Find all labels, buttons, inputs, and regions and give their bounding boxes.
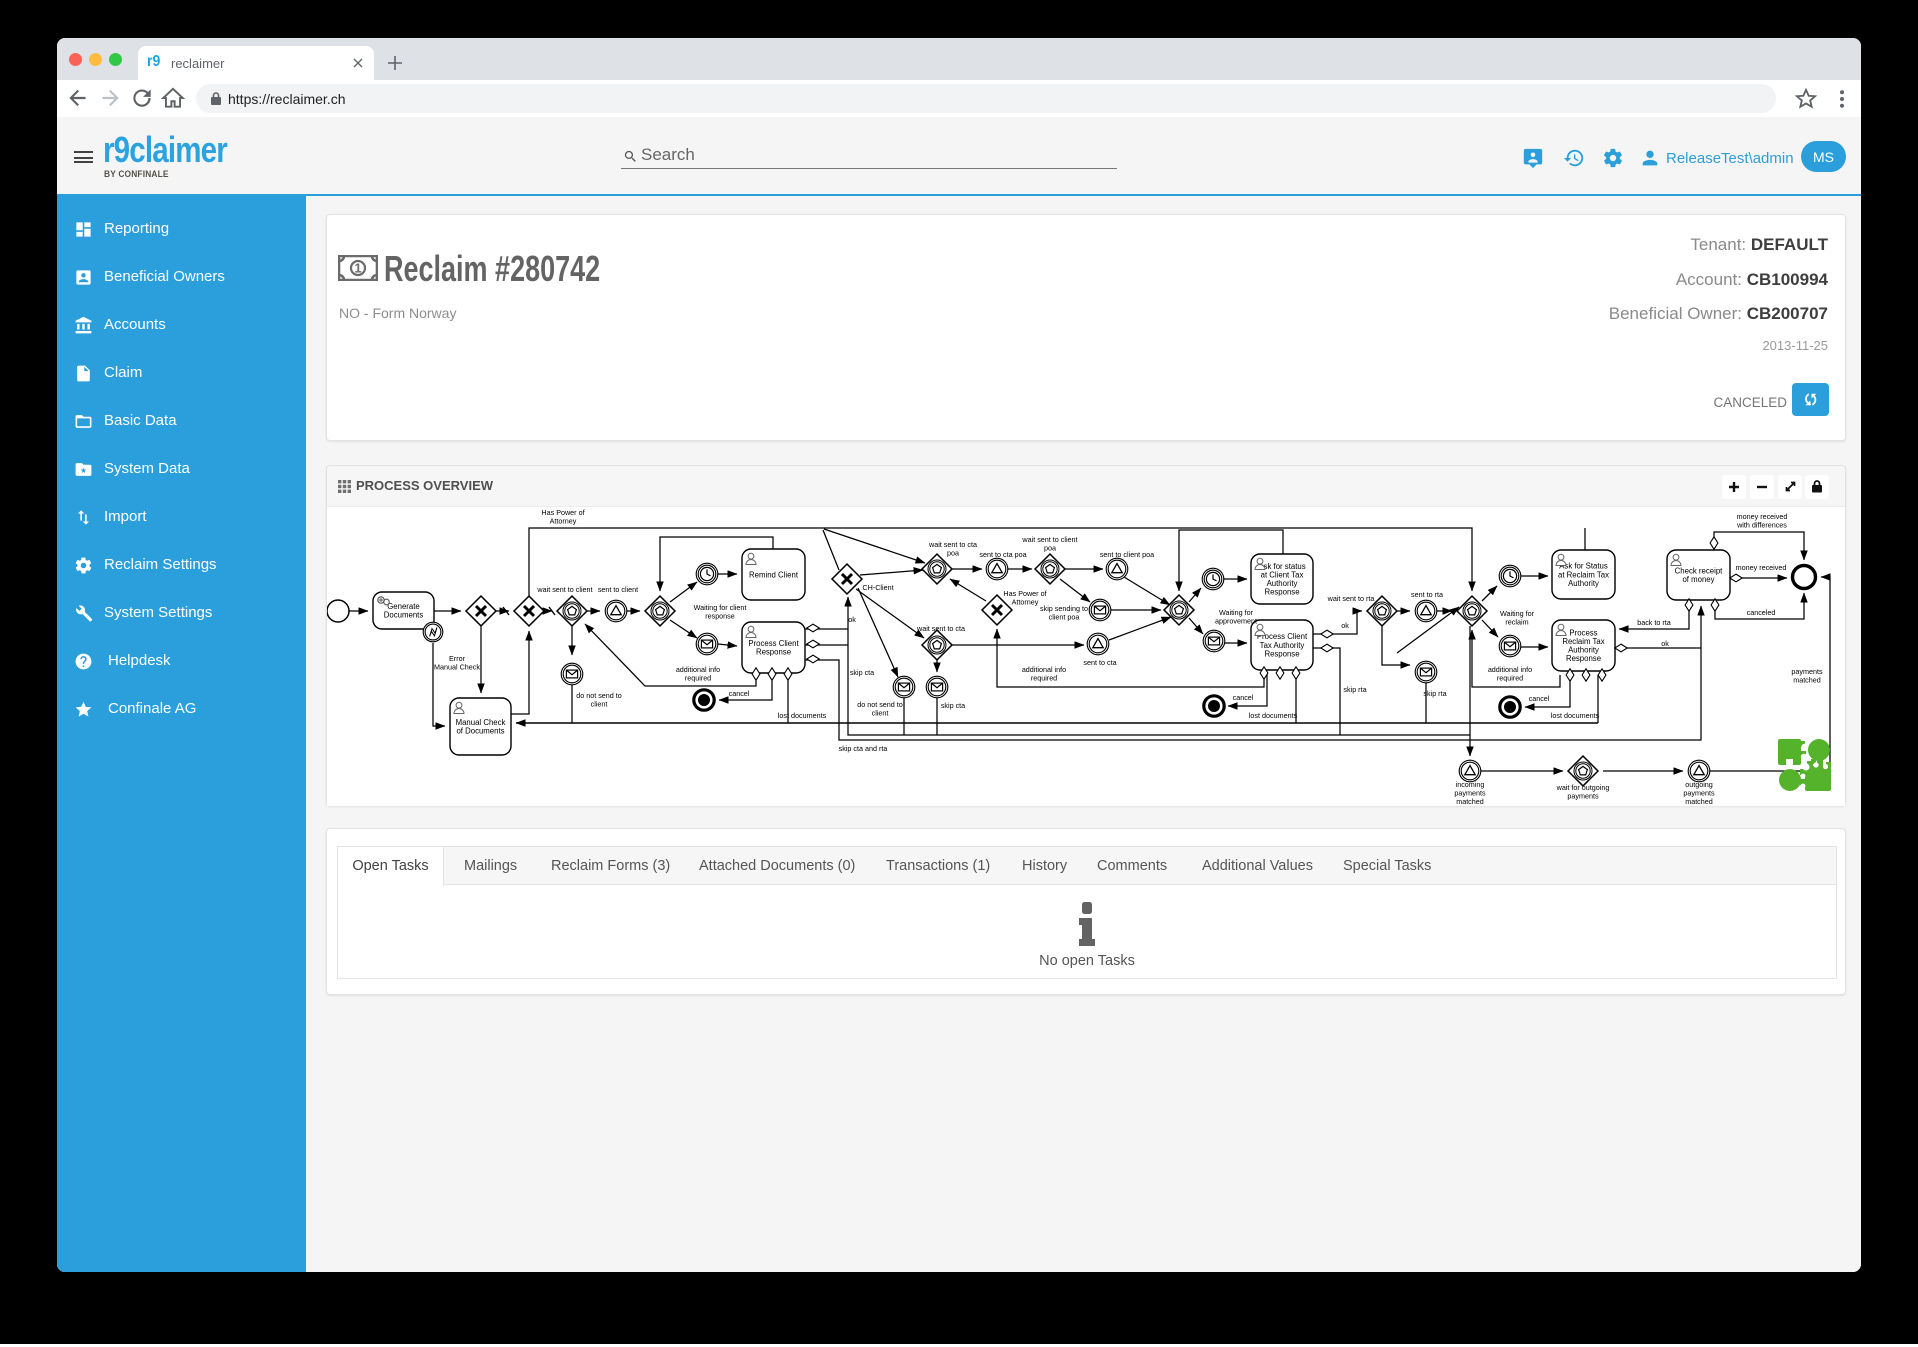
- svg-text:skip cta: skip cta: [850, 668, 874, 677]
- svg-text:skip rta: skip rta: [1343, 685, 1366, 694]
- svg-text:of money: of money: [1682, 575, 1714, 584]
- svg-text:Attorney: Attorney: [1012, 597, 1039, 606]
- svg-text:matched: matched: [1793, 675, 1821, 684]
- svg-text:sent to cta poa: sent to cta poa: [979, 550, 1026, 559]
- svg-text:cancel: cancel: [1529, 694, 1550, 703]
- svg-text:matched: matched: [1456, 797, 1484, 806]
- svg-text:Documents: Documents: [384, 611, 424, 620]
- svg-text:CH-Client: CH-Client: [862, 583, 893, 592]
- svg-text:Remind Client: Remind Client: [749, 570, 799, 579]
- svg-text:Authority: Authority: [1568, 579, 1599, 588]
- svg-text:canceled: canceled: [1747, 608, 1776, 617]
- svg-text:approvement: approvement: [1215, 616, 1257, 625]
- svg-text:sent to client: sent to client: [598, 585, 638, 594]
- svg-text:lost documents: lost documents: [1551, 711, 1600, 720]
- svg-text:lost documents: lost documents: [778, 711, 827, 720]
- svg-text:client: client: [591, 699, 608, 708]
- svg-text:poa: poa: [947, 548, 959, 557]
- svg-text:back to rta: back to rta: [1637, 618, 1671, 627]
- svg-text:wait sent to client: wait sent to client: [536, 585, 592, 594]
- svg-text:money received: money received: [1736, 563, 1787, 572]
- svg-text:payments: payments: [1567, 791, 1599, 800]
- svg-text:ok: ok: [1341, 621, 1349, 630]
- svg-text:skip cta and rta: skip cta and rta: [839, 744, 888, 753]
- svg-text:required: required: [1497, 673, 1523, 682]
- svg-text:required: required: [685, 673, 711, 682]
- svg-text:matched: matched: [1685, 797, 1713, 806]
- svg-text:sent to cta: sent to cta: [1083, 658, 1116, 667]
- svg-text:wait sent to cta: wait sent to cta: [916, 624, 965, 633]
- svg-text:client poa: client poa: [1049, 612, 1080, 621]
- svg-text:cancel: cancel: [1233, 693, 1254, 702]
- svg-text:Response: Response: [756, 648, 791, 657]
- svg-text:cancel: cancel: [729, 689, 750, 698]
- svg-text:reclaim: reclaim: [1505, 617, 1528, 626]
- svg-text:Manual Check: Manual Check: [434, 662, 480, 671]
- svg-text:ok: ok: [1661, 639, 1669, 648]
- svg-text:Attorney: Attorney: [550, 516, 577, 525]
- svg-text:sent to rta: sent to rta: [1411, 590, 1443, 599]
- svg-text:Response: Response: [1264, 588, 1299, 597]
- svg-text:lost documents: lost documents: [1249, 711, 1298, 720]
- svg-text:ok: ok: [848, 615, 856, 624]
- svg-text:wait sent to rta: wait sent to rta: [1327, 594, 1375, 603]
- svg-text:poa: poa: [1044, 543, 1056, 552]
- svg-text:with differences: with differences: [1736, 520, 1787, 529]
- svg-text:of Documents: of Documents: [456, 727, 504, 736]
- svg-text:Response: Response: [1566, 654, 1601, 663]
- svg-text:required: required: [1031, 673, 1057, 682]
- svg-text:sent to client poa: sent to client poa: [1100, 550, 1154, 559]
- svg-text:Response: Response: [1264, 649, 1299, 658]
- svg-text:skip cta: skip cta: [941, 701, 965, 710]
- svg-text:1: 1: [354, 261, 361, 276]
- svg-text:skip rta: skip rta: [1423, 689, 1446, 698]
- svg-text:response: response: [705, 611, 735, 620]
- svg-text:client: client: [872, 708, 889, 717]
